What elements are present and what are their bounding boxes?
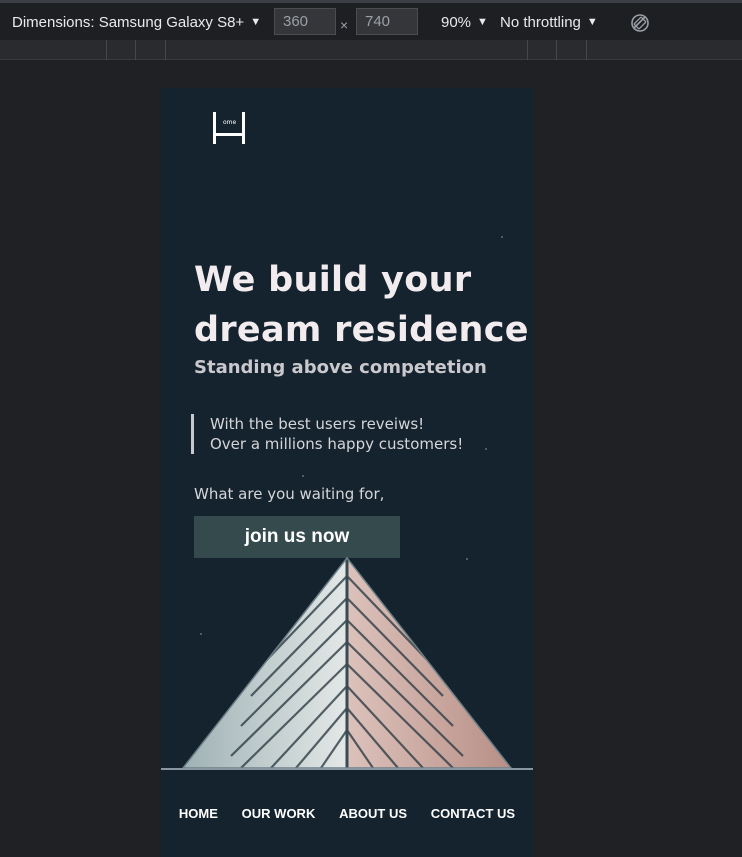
join-us-button[interactable]: join us now: [194, 516, 400, 558]
home-logo[interactable]: ome: [211, 110, 247, 146]
device-toolbar: Dimensions: Samsung Galaxy S8+ ▼ × 90% ▼…: [0, 0, 742, 40]
zoom-dropdown[interactable]: 90% ▼: [441, 9, 488, 35]
pyramid-building-image: [182, 556, 512, 768]
media-query-ruler: [0, 40, 742, 60]
hero-title: We build your dream residence: [194, 255, 533, 355]
hero-title-line1: We build your: [194, 260, 472, 300]
rotate-icon: [631, 14, 649, 32]
rotate-button[interactable]: [630, 10, 650, 36]
zoom-label: 90%: [441, 13, 472, 31]
logo-h-icon: ome: [213, 112, 245, 144]
device-label: Dimensions: Samsung Galaxy S8+: [12, 13, 245, 31]
viewport-height-input[interactable]: [356, 8, 418, 35]
chevron-down-icon: ▼: [250, 16, 262, 28]
hero-title-line2: dream residence: [194, 310, 529, 350]
chevron-down-icon: ▼: [586, 16, 598, 28]
device-dimensions-dropdown[interactable]: Dimensions: Samsung Galaxy S8+ ▼: [12, 9, 261, 35]
nav-about-us[interactable]: ABOUT US: [339, 806, 407, 821]
nav-our-work[interactable]: OUR WORK: [242, 806, 316, 821]
throttling-dropdown[interactable]: No throttling ▼: [500, 9, 598, 35]
testimonial-quote: With the best users reveiws! Over a mill…: [191, 414, 463, 454]
chevron-down-icon: ▼: [477, 16, 488, 28]
cta-text: What are you waiting for,: [194, 485, 385, 503]
bottom-navigation: HOME OUR WORK ABOUT US CONTACT US: [161, 768, 533, 857]
hero-subtitle: Standing above competetion: [194, 357, 487, 378]
dimension-separator: ×: [340, 17, 349, 33]
nav-contact-us[interactable]: CONTACT US: [431, 806, 515, 821]
throttling-label: No throttling: [500, 13, 581, 31]
quote-line1: With the best users reveiws!: [210, 415, 425, 433]
emulated-page: ome We build your dream residence Standi…: [161, 88, 533, 857]
nav-home[interactable]: HOME: [179, 806, 218, 821]
quote-line2: Over a millions happy customers!: [210, 435, 464, 453]
viewport-width-input[interactable]: [274, 8, 336, 35]
logo-text: ome: [223, 119, 237, 126]
